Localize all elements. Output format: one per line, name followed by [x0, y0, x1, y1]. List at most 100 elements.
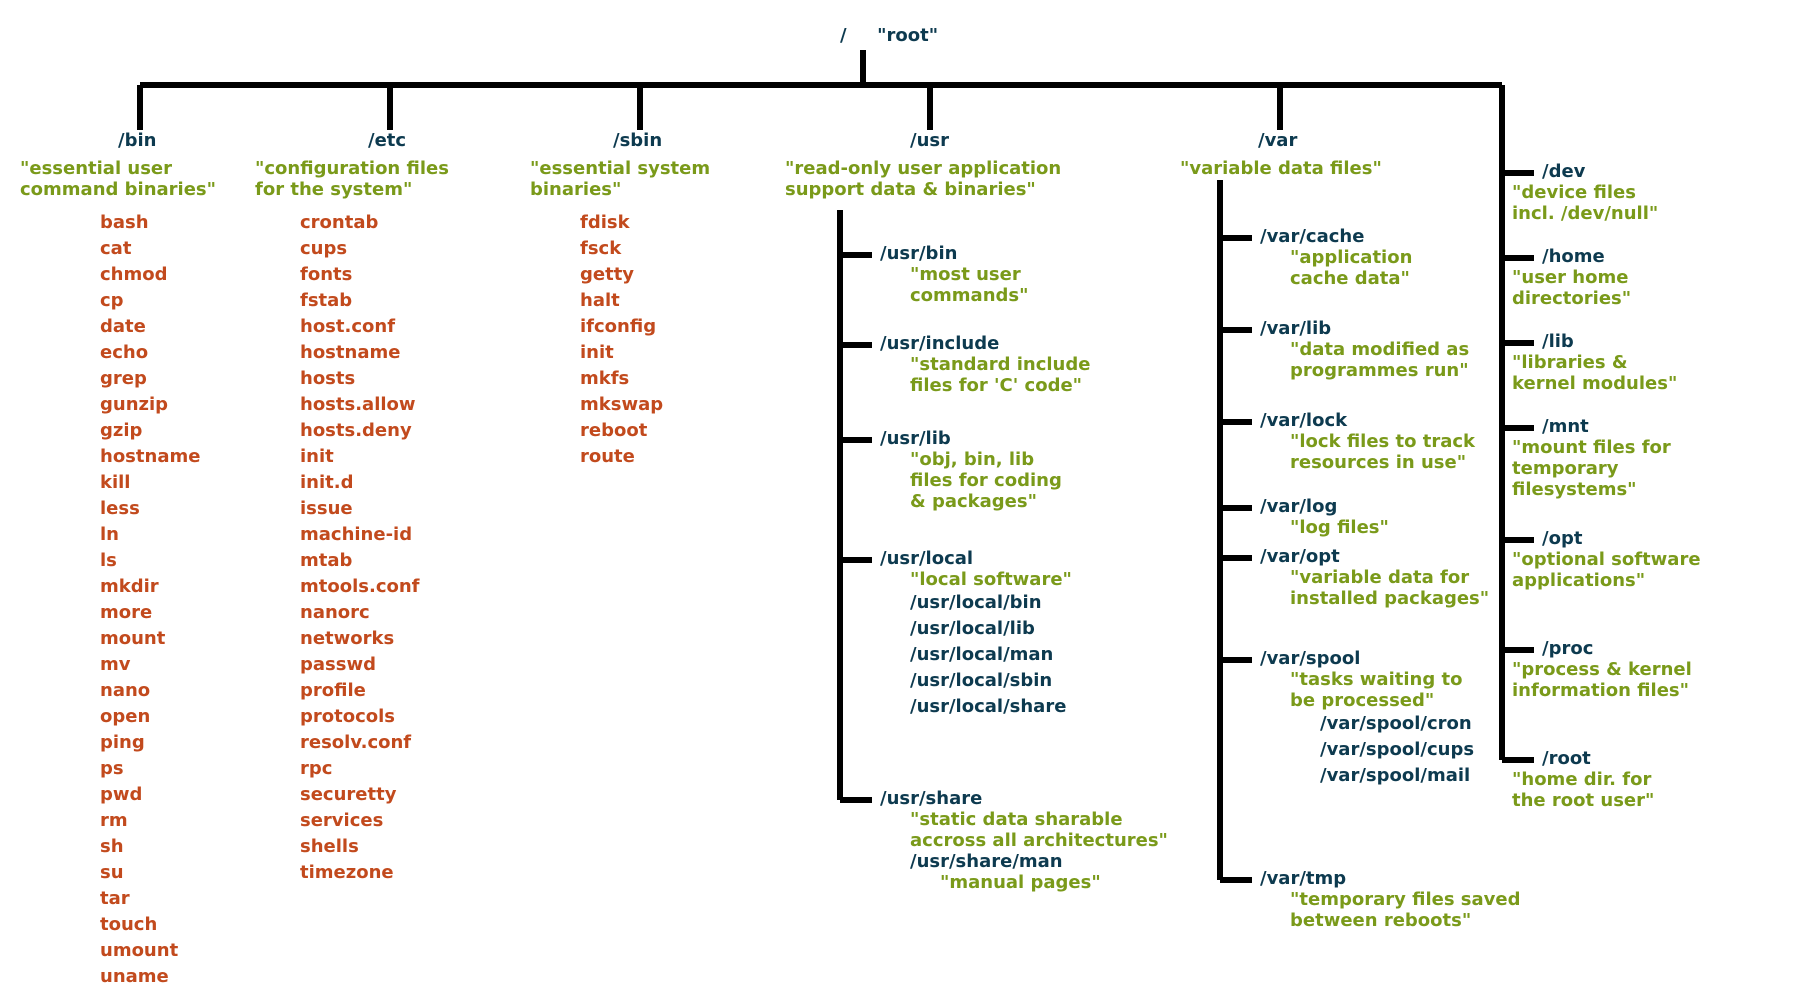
command-item: hosts: [300, 366, 420, 392]
usr-bin-path: /usr/bin: [880, 243, 1029, 264]
var-tmp-node: /var/tmp "temporary files saved between …: [1260, 868, 1520, 931]
command-item: less: [100, 496, 200, 522]
usr-local-node: /usr/local "local software" /usr/local/b…: [880, 548, 1072, 720]
usr-header: /usr: [910, 130, 949, 151]
var-tmp-desc: "temporary files saved between reboots": [1290, 889, 1520, 931]
command-item: mount: [100, 626, 200, 652]
command-item: crontab: [300, 210, 420, 236]
rootdir-desc: "home dir. for the root user": [1512, 769, 1654, 811]
command-item: nanorc: [300, 600, 420, 626]
var-log-path: /var/log: [1260, 496, 1389, 517]
child-dir: /usr/local/man: [910, 642, 1072, 668]
var-lock-desc: "lock files to track resources in use": [1290, 431, 1475, 473]
command-item: mkdir: [100, 574, 200, 600]
command-item: fonts: [300, 262, 420, 288]
command-item: rpc: [300, 756, 420, 782]
etc-command-list: crontabcupsfontsfstabhost.confhostnameho…: [300, 210, 420, 886]
dev-path: /dev: [1542, 161, 1658, 182]
command-item: issue: [300, 496, 420, 522]
command-item: securetty: [300, 782, 420, 808]
opt-desc: "optional software applications": [1512, 549, 1701, 591]
rootdir-path: /root: [1542, 748, 1654, 769]
var-lock-node: /var/lock "lock files to track resources…: [1260, 410, 1475, 473]
lib-node: /lib "libraries & kernel modules": [1542, 331, 1677, 394]
var-path: /var: [1258, 130, 1297, 151]
command-item: uname: [100, 964, 200, 990]
command-item: ps: [100, 756, 200, 782]
usr-desc: "read-only user application support data…: [785, 158, 1061, 200]
home-path: /home: [1542, 246, 1631, 267]
command-item: more: [100, 600, 200, 626]
var-tmp-path: /var/tmp: [1260, 868, 1520, 889]
command-item: date: [100, 314, 200, 340]
command-item: cp: [100, 288, 200, 314]
command-item: reboot: [580, 418, 663, 444]
usr-bin-desc: "most user commands": [910, 264, 1029, 306]
etc-header: /etc: [368, 130, 406, 151]
usr-local-desc: "local software": [910, 569, 1072, 590]
command-item: shells: [300, 834, 420, 860]
command-item: pwd: [100, 782, 200, 808]
command-item: fsck: [580, 236, 663, 262]
child-dir: /var/spool/mail: [1320, 763, 1474, 789]
mnt-desc: "mount files for temporary filesystems": [1512, 437, 1671, 500]
command-item: echo: [100, 340, 200, 366]
var-opt-node: /var/opt "variable data for installed pa…: [1260, 546, 1489, 609]
bin-path: /bin: [118, 130, 156, 151]
var-lock-path: /var/lock: [1260, 410, 1475, 431]
usr-path: /usr: [910, 130, 949, 151]
command-item: init: [580, 340, 663, 366]
command-item: fdisk: [580, 210, 663, 236]
var-spool-children: /var/spool/cron/var/spool/cups/var/spool…: [1320, 711, 1474, 789]
var-cache-path: /var/cache: [1260, 226, 1412, 247]
command-item: hosts.deny: [300, 418, 420, 444]
command-item: host.conf: [300, 314, 420, 340]
command-item: sh: [100, 834, 200, 860]
command-item: nano: [100, 678, 200, 704]
command-item: halt: [580, 288, 663, 314]
usr-local-children: /usr/local/bin/usr/local/lib/usr/local/m…: [910, 590, 1072, 720]
home-desc: "user home directories": [1512, 267, 1631, 309]
var-spool-path: /var/spool: [1260, 648, 1474, 669]
command-item: umount: [100, 938, 200, 964]
command-item: cat: [100, 236, 200, 262]
usr-lib-desc: "obj, bin, lib files for coding & packag…: [910, 449, 1062, 512]
dev-node: /dev "device files incl. /dev/null": [1542, 161, 1658, 224]
command-item: fstab: [300, 288, 420, 314]
usr-local-path: /usr/local: [880, 548, 1072, 569]
var-log-node: /var/log "log files": [1260, 496, 1389, 538]
command-item: networks: [300, 626, 420, 652]
var-desc: "variable data files": [1180, 158, 1382, 179]
lib-desc: "libraries & kernel modules": [1512, 352, 1677, 394]
command-item: cups: [300, 236, 420, 262]
sbin-path: /sbin: [613, 130, 662, 151]
var-lib-desc: "data modified as programmes run": [1290, 339, 1469, 381]
usr-lib-path: /usr/lib: [880, 428, 1062, 449]
lib-path: /lib: [1542, 331, 1677, 352]
command-item: chmod: [100, 262, 200, 288]
command-item: hosts.allow: [300, 392, 420, 418]
command-item: init.d: [300, 470, 420, 496]
command-item: kill: [100, 470, 200, 496]
command-item: ls: [100, 548, 200, 574]
command-item: timezone: [300, 860, 420, 886]
command-item: ln: [100, 522, 200, 548]
child-dir: /var/spool/cups: [1320, 737, 1474, 763]
usr-share-man-desc: "manual pages": [940, 872, 1168, 893]
command-item: bash: [100, 210, 200, 236]
bin-desc: "essential user command binaries": [20, 158, 216, 200]
usr-include-desc: "standard include files for 'C' code": [910, 354, 1090, 396]
command-item: profile: [300, 678, 420, 704]
child-dir: /var/spool/cron: [1320, 711, 1474, 737]
sbin-desc: "essential system binaries": [530, 158, 710, 200]
command-item: machine-id: [300, 522, 420, 548]
child-dir: /usr/local/bin: [910, 590, 1072, 616]
mnt-node: /mnt "mount files for temporary filesyst…: [1542, 416, 1671, 500]
command-item: init: [300, 444, 420, 470]
usr-include-path: /usr/include: [880, 333, 1090, 354]
command-item: gzip: [100, 418, 200, 444]
var-header: /var: [1258, 130, 1297, 151]
command-item: mkfs: [580, 366, 663, 392]
command-item: su: [100, 860, 200, 886]
command-item: rm: [100, 808, 200, 834]
